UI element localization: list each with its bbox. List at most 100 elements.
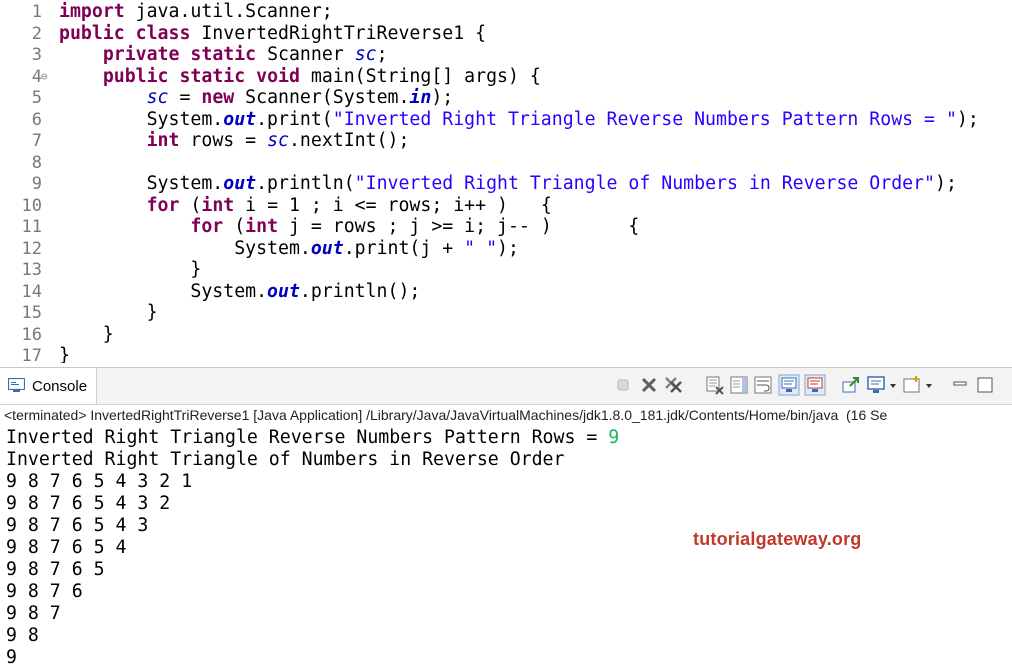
- console-output-line: 9: [6, 647, 17, 669]
- code-token: System.: [59, 173, 223, 194]
- tab-console[interactable]: Console: [0, 368, 97, 404]
- code-token: System.: [59, 281, 267, 302]
- code-token: int: [147, 130, 180, 151]
- console-output-line: 9 8 7 6 5 4 3 2: [6, 493, 170, 515]
- code-token: java.util.Scanner;: [125, 1, 333, 22]
- remove-launch-icon[interactable]: [638, 374, 660, 396]
- code-line: 10 for (int i = 1 ; i <= rows; i++ ) {: [0, 195, 1012, 217]
- code-line: 16 }: [0, 324, 1012, 346]
- code-text: private static Scanner sc;: [59, 44, 388, 66]
- code-token: public: [103, 66, 169, 87]
- code-token: private: [103, 44, 180, 65]
- code-text: for (int i = 1 ; i <= rows; i++ ) {: [59, 195, 552, 217]
- clear-console-icon[interactable]: [704, 374, 726, 396]
- code-token: static: [190, 44, 256, 65]
- code-line: 15 }: [0, 302, 1012, 324]
- code-token: new: [201, 87, 234, 108]
- show-on-error-icon[interactable]: [804, 374, 826, 396]
- code-token: [125, 23, 136, 44]
- code-token: .print(: [256, 109, 333, 130]
- chevron-down-icon[interactable]: [924, 374, 934, 396]
- code-token: out: [267, 281, 300, 302]
- code-token: [59, 87, 147, 108]
- code-token: Scanner(System.: [234, 87, 409, 108]
- console-output-line: 9 8 7 6: [6, 581, 83, 603]
- terminate-icon[interactable]: [612, 374, 634, 396]
- code-line: 7 int rows = sc.nextInt();: [0, 130, 1012, 152]
- code-token: sc: [267, 130, 289, 151]
- console-output-line: 9 8 7 6 5 4: [6, 537, 126, 559]
- code-token: rows =: [179, 130, 267, 151]
- code-token: int: [201, 195, 234, 216]
- console-user-input[interactable]: 9: [608, 427, 619, 448]
- code-token: [59, 66, 103, 87]
- code-token: main(String[] args) {: [300, 66, 541, 87]
- code-text: for (int j = rows ; j >= i; j-- ) {: [59, 216, 639, 238]
- code-token: );: [935, 173, 957, 194]
- code-token: [245, 66, 256, 87]
- code-token: [179, 44, 190, 65]
- console-prompt-line[interactable]: Inverted Right Triangle Reverse Numbers …: [6, 427, 619, 449]
- code-token: (: [223, 216, 245, 237]
- code-token: ;: [377, 44, 388, 65]
- code-text: System.out.print("Inverted Right Triangl…: [59, 109, 979, 131]
- code-line: 6 System.out.print("Inverted Right Trian…: [0, 109, 1012, 131]
- code-token: out: [223, 109, 256, 130]
- maximize-icon[interactable]: [974, 374, 996, 396]
- code-line: 13 }: [0, 259, 1012, 281]
- line-number: 12: [0, 238, 42, 260]
- code-line: 5 sc = new Scanner(System.in);: [0, 87, 1012, 109]
- code-token: int: [245, 216, 278, 237]
- code-token: sc: [355, 44, 377, 65]
- code-line: 1import java.util.Scanner;: [0, 1, 1012, 23]
- code-text: import java.util.Scanner;: [59, 1, 333, 23]
- code-token: }: [59, 345, 70, 363]
- fold-icon[interactable]: ⊖: [41, 66, 48, 88]
- code-text: }: [59, 345, 70, 363]
- code-token: import: [59, 1, 125, 22]
- code-text: public static void main(String[] args) {: [59, 66, 541, 88]
- line-number: 2: [0, 23, 42, 45]
- code-token: class: [136, 23, 191, 44]
- code-token: );: [957, 109, 979, 130]
- scroll-lock-icon[interactable]: [728, 374, 750, 396]
- show-on-output-icon[interactable]: [778, 374, 800, 396]
- code-token: "Inverted Right Triangle Reverse Numbers…: [333, 109, 957, 130]
- code-token: [59, 44, 103, 65]
- code-token: static: [179, 66, 245, 87]
- chevron-down-icon[interactable]: [888, 374, 898, 396]
- code-text: }: [59, 324, 114, 346]
- console-icon: [8, 378, 25, 392]
- code-token: );: [431, 87, 453, 108]
- code-editor[interactable]: 1import java.util.Scanner;2public class …: [0, 0, 1012, 363]
- line-number: 7: [0, 130, 42, 152]
- open-console-icon[interactable]: [902, 374, 924, 396]
- console-prompt: Inverted Right Triangle Reverse Numbers …: [6, 427, 608, 448]
- code-token: [59, 216, 190, 237]
- line-number: 17: [0, 345, 42, 363]
- line-number: 16: [0, 324, 42, 346]
- code-token: =: [169, 87, 202, 108]
- code-token: .println(: [256, 173, 355, 194]
- minimize-icon[interactable]: [950, 374, 972, 396]
- code-line: 9 System.out.println("Inverted Right Tri…: [0, 173, 1012, 195]
- line-number: 13: [0, 259, 42, 281]
- display-console-icon[interactable]: [866, 374, 888, 396]
- pin-console-icon[interactable]: [840, 374, 862, 396]
- code-text: }: [59, 259, 201, 281]
- code-token: for: [147, 195, 180, 216]
- code-line: 2public class InvertedRightTriReverse1 {: [0, 23, 1012, 45]
- line-number: 9: [0, 173, 42, 195]
- code-token: j = rows ; j >= i; j-- ) {: [278, 216, 639, 237]
- code-token: System.: [59, 109, 223, 130]
- word-wrap-icon[interactable]: [752, 374, 774, 396]
- line-number: 14: [0, 281, 42, 303]
- code-text: sc = new Scanner(System.in);: [59, 87, 453, 109]
- remove-all-icon[interactable]: [662, 374, 684, 396]
- code-line: 17}: [0, 345, 1012, 363]
- console-tab-label: Console: [32, 378, 87, 395]
- code-token: .nextInt();: [289, 130, 409, 151]
- line-number: 8: [0, 152, 42, 174]
- line-number: 10: [0, 195, 42, 217]
- code-text: System.out.print(j + " ");: [59, 238, 519, 260]
